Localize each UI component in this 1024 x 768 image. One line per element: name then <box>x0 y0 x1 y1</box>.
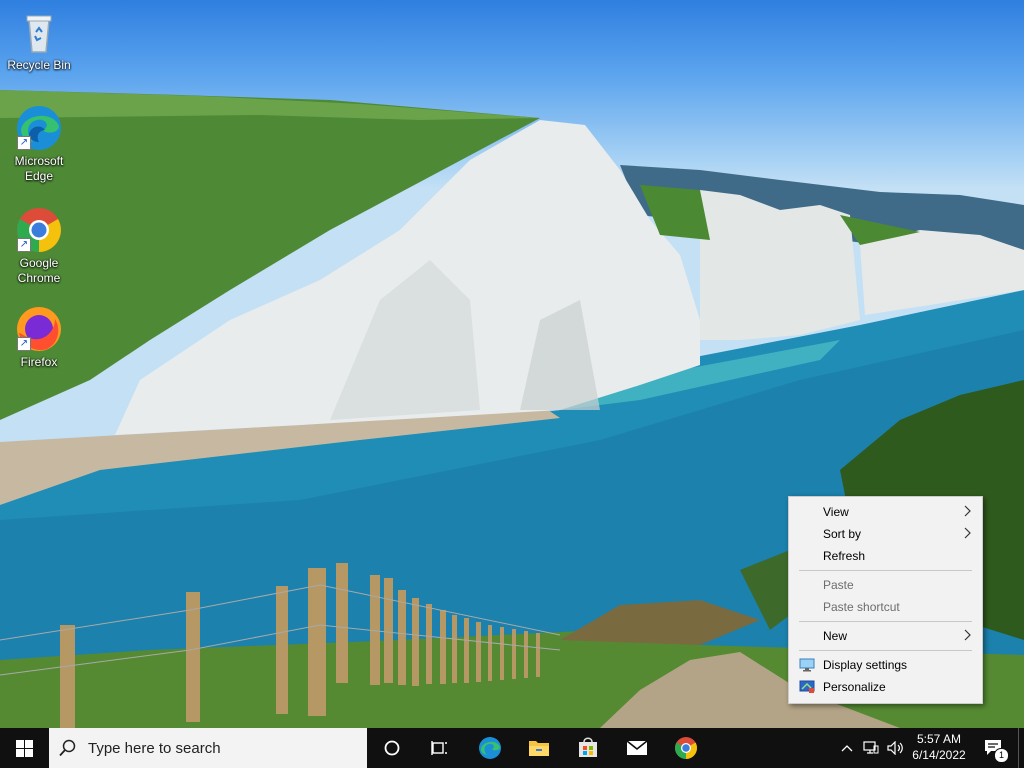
shortcut-arrow-icon: ↗ <box>17 136 31 150</box>
edge-icon: ↗ <box>15 104 63 152</box>
notification-count-badge: 1 <box>994 748 1009 763</box>
icon-label: Microsoft Edge <box>14 154 64 183</box>
chrome-icon: ↗ <box>15 206 63 254</box>
personalize-icon <box>799 680 815 697</box>
speaker-icon <box>887 741 903 755</box>
menu-item-label: Refresh <box>823 549 866 563</box>
desktop-icon-edge[interactable]: ↗ Microsoft Edge <box>1 104 77 184</box>
windows-logo-icon <box>16 740 33 757</box>
desktop[interactable]: Recycle Bin ↗ Microsoft Edge ↗ Google Ch… <box>0 0 1024 728</box>
chevron-right-icon <box>964 505 972 520</box>
chevron-up-icon <box>841 745 853 752</box>
display-settings-icon <box>799 658 815 675</box>
search-placeholder: Type here to search <box>88 740 221 757</box>
menu-item-new[interactable]: New <box>789 625 982 647</box>
taskbar-file-explorer[interactable] <box>517 728 561 768</box>
cortana-icon <box>384 740 400 756</box>
menu-item-label: Paste shortcut <box>823 600 900 614</box>
menu-item-view[interactable]: View <box>789 501 982 523</box>
network-icon <box>863 741 879 754</box>
chrome-icon <box>675 737 697 759</box>
menu-separator <box>799 570 972 571</box>
menu-item-sort-by[interactable]: Sort by <box>789 523 982 545</box>
menu-item-label: Paste <box>823 578 854 592</box>
menu-item-label: View <box>823 505 849 519</box>
volume-button[interactable] <box>884 728 906 768</box>
taskbar-clock[interactable]: 5:57 AM 6/14/2022 <box>906 731 972 763</box>
menu-item-label: Sort by <box>823 527 862 541</box>
menu-item-label: Personalize <box>823 680 886 694</box>
chevron-right-icon <box>964 629 972 644</box>
clock-date: 6/14/2022 <box>912 748 966 762</box>
menu-item-paste[interactable]: Paste <box>789 574 982 596</box>
cortana-button[interactable] <box>370 728 414 768</box>
mail-icon <box>626 740 648 755</box>
menu-item-label: Display settings <box>823 658 908 672</box>
taskbar-store[interactable] <box>566 728 610 768</box>
menu-item-refresh[interactable]: Refresh <box>789 545 982 567</box>
menu-separator <box>799 650 972 651</box>
store-icon <box>579 737 597 757</box>
clock-time: 5:57 AM <box>916 732 962 746</box>
show-desktop-button[interactable] <box>1018 728 1024 768</box>
task-view-icon <box>431 741 447 755</box>
desktop-icon-recycle-bin[interactable]: Recycle Bin <box>1 8 77 73</box>
taskbar-search-box[interactable]: Type here to search <box>49 728 367 768</box>
chevron-right-icon <box>964 527 972 542</box>
menu-item-label: New <box>823 629 848 643</box>
taskbar: Type here to search 5:57 AM 6/14/2022 1 <box>0 728 1024 768</box>
recycle-bin-icon <box>15 8 63 56</box>
taskbar-chrome[interactable] <box>664 728 708 768</box>
network-button[interactable] <box>860 728 882 768</box>
icon-label: Recycle Bin <box>7 58 71 72</box>
desktop-context-menu: View Sort by Refresh Paste Paste shortcu… <box>788 496 983 704</box>
menu-item-personalize[interactable]: Personalize <box>789 676 982 698</box>
taskbar-mail[interactable] <box>615 728 659 768</box>
search-icon <box>59 739 76 757</box>
edge-icon <box>479 737 501 759</box>
taskbar-edge[interactable] <box>468 728 512 768</box>
desktop-icon-firefox[interactable]: ↗ Firefox <box>1 305 77 370</box>
menu-separator <box>799 621 972 622</box>
task-view-button[interactable] <box>418 728 462 768</box>
desktop-icon-chrome[interactable]: ↗ Google Chrome <box>1 206 77 286</box>
menu-item-paste-shortcut[interactable]: Paste shortcut <box>789 596 982 618</box>
icon-label: Google Chrome <box>17 256 61 285</box>
shortcut-arrow-icon: ↗ <box>17 337 31 351</box>
firefox-icon: ↗ <box>15 305 63 353</box>
show-hidden-icons-button[interactable] <box>838 728 856 768</box>
action-center-button[interactable]: 1 <box>978 728 1010 768</box>
icon-label: Firefox <box>20 355 58 369</box>
menu-item-display-settings[interactable]: Display settings <box>789 654 982 676</box>
shortcut-arrow-icon: ↗ <box>17 238 31 252</box>
start-button[interactable] <box>0 728 48 768</box>
file-explorer-icon <box>529 741 549 756</box>
